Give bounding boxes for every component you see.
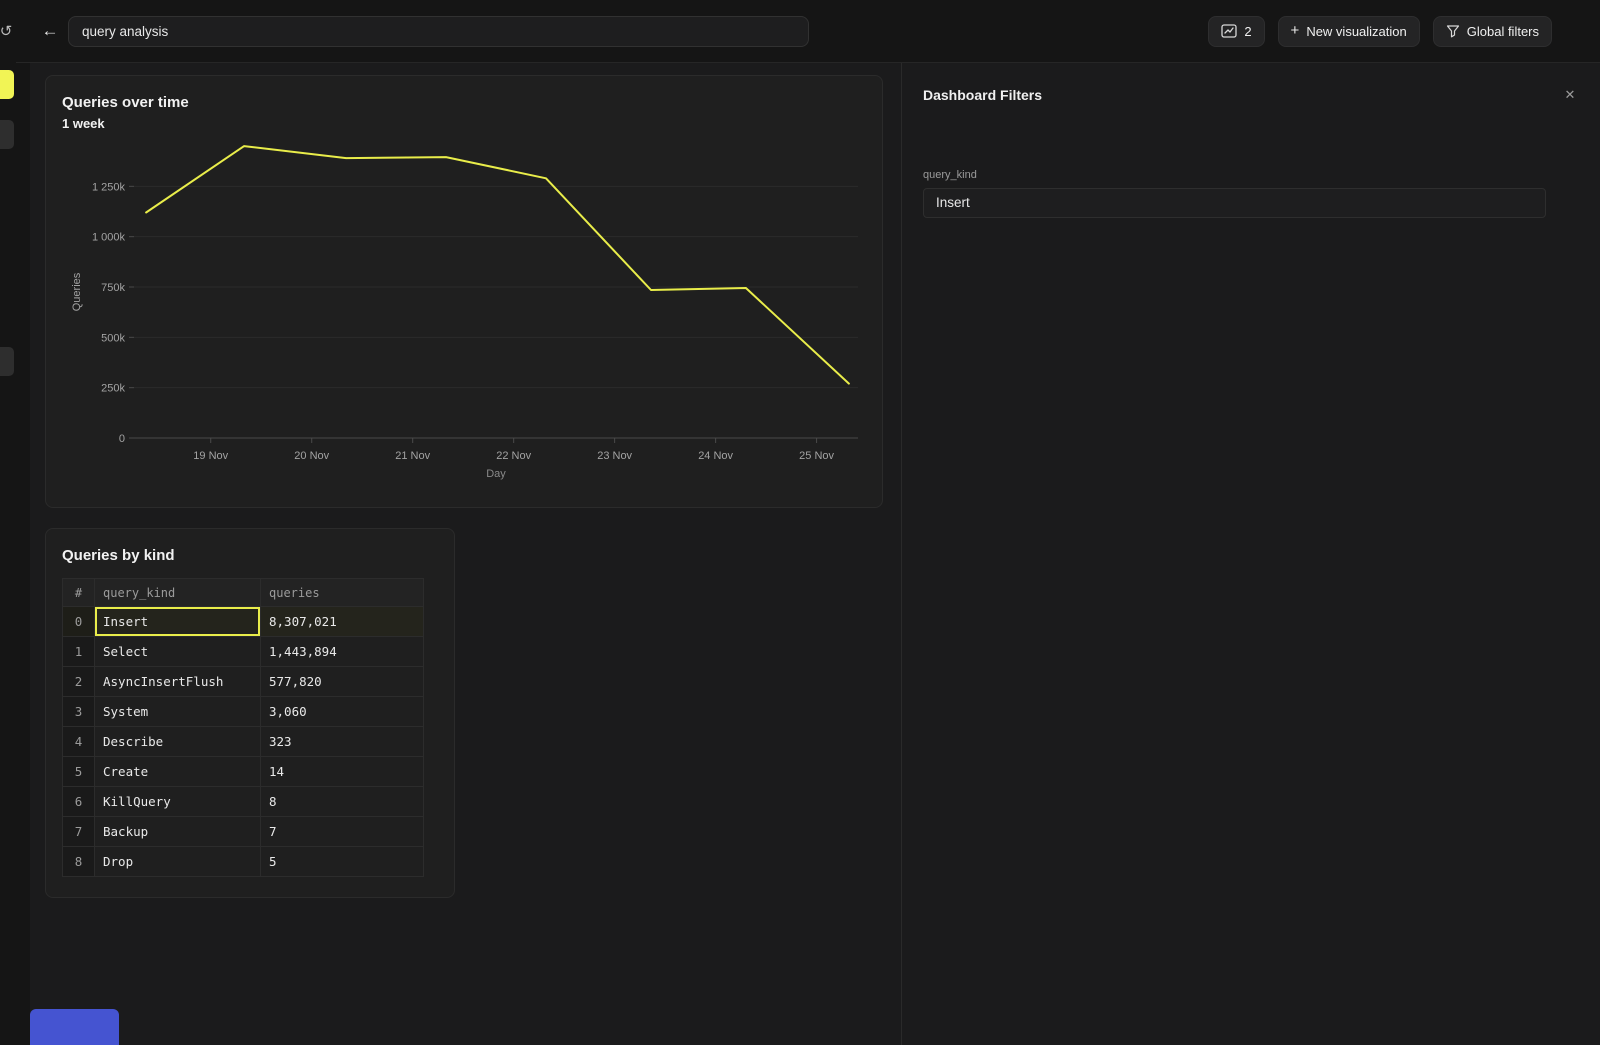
table-row[interactable]: 0 Insert 8,307,021 bbox=[63, 607, 424, 637]
table-row[interactable]: 3 System 3,060 bbox=[63, 697, 424, 727]
filter-field-label: query_kind bbox=[923, 169, 1600, 181]
query-kind-cell[interactable]: Select bbox=[95, 637, 261, 667]
queries-by-kind-card[interactable]: Queries by kind #query_kindqueries 0 Ins… bbox=[45, 528, 455, 898]
x-tick-label: 21 Nov bbox=[395, 450, 430, 462]
y-tick-label: 250k bbox=[101, 383, 125, 395]
sidebar-item-active[interactable] bbox=[0, 70, 14, 99]
new-visualization-label: New visualization bbox=[1306, 24, 1406, 39]
filters-panel-title: Dashboard Filters bbox=[923, 87, 1042, 103]
y-tick-label: 750k bbox=[101, 282, 125, 294]
row-index-cell: 6 bbox=[63, 787, 95, 817]
row-index-cell: 4 bbox=[63, 727, 95, 757]
queries-value-cell: 8,307,021 bbox=[261, 607, 424, 637]
sidebar-item[interactable] bbox=[0, 347, 14, 376]
table-row[interactable]: 8 Drop 5 bbox=[63, 847, 424, 877]
y-tick-label: 1 250k bbox=[92, 181, 126, 193]
x-tick-label: 22 Nov bbox=[496, 450, 531, 462]
y-tick-label: 500k bbox=[101, 332, 125, 344]
funnel-icon bbox=[1446, 24, 1460, 38]
queries-series-line bbox=[146, 146, 849, 384]
bottom-left-badge[interactable] bbox=[30, 1009, 119, 1045]
global-filters-button[interactable]: Global filters bbox=[1433, 16, 1552, 47]
query-kind-cell[interactable]: AsyncInsertFlush bbox=[95, 667, 261, 697]
row-index-cell: 8 bbox=[63, 847, 95, 877]
row-index-cell: 2 bbox=[63, 667, 95, 697]
queries-value-cell: 5 bbox=[261, 847, 424, 877]
new-visualization-button[interactable]: + New visualization bbox=[1278, 16, 1420, 47]
sidebar-item[interactable] bbox=[0, 120, 14, 149]
x-tick-label: 25 Nov bbox=[799, 450, 834, 462]
topbar-actions: 2 + New visualization Global filters bbox=[1208, 16, 1552, 47]
table-row[interactable]: 5 Create 14 bbox=[63, 757, 424, 787]
table-row[interactable]: 4 Describe 323 bbox=[63, 727, 424, 757]
row-index-cell: 3 bbox=[63, 697, 95, 727]
x-tick-label: 20 Nov bbox=[294, 450, 329, 462]
query-kind-cell[interactable]: KillQuery bbox=[95, 787, 261, 817]
queries-line-chart: 0 250k 500k 750k 1 000k 1 250k 19 Nov 20 Nov 21 … bbox=[46, 136, 884, 496]
table-row[interactable]: 2 AsyncInsertFlush 577,820 bbox=[63, 667, 424, 697]
table-header-row: #query_kindqueries bbox=[63, 579, 424, 607]
back-button[interactable]: ← bbox=[38, 19, 62, 43]
column-header: query_kind bbox=[95, 579, 261, 607]
left-sidebar-rail: ↺ bbox=[0, 0, 16, 1045]
dashboard-canvas: Queries over time 1 week 0 250k 500k 750k 1 … bbox=[30, 63, 901, 1045]
row-index-cell: 5 bbox=[63, 757, 95, 787]
x-tick-label: 24 Nov bbox=[698, 450, 733, 462]
queries-value-cell: 14 bbox=[261, 757, 424, 787]
query-kind-filter-select[interactable]: Insert bbox=[923, 188, 1546, 218]
y-tick-label: 1 000k bbox=[92, 232, 126, 244]
dashboard-title-input[interactable] bbox=[68, 16, 809, 47]
query-kind-cell[interactable]: System bbox=[95, 697, 261, 727]
table-row[interactable]: 6 KillQuery 8 bbox=[63, 787, 424, 817]
queries-value-cell: 8 bbox=[261, 787, 424, 817]
row-index-cell: 7 bbox=[63, 817, 95, 847]
column-header: queries bbox=[261, 579, 424, 607]
y-axis-label: Queries bbox=[71, 272, 83, 311]
global-filters-label: Global filters bbox=[1467, 24, 1539, 39]
queries-table-body: 0 Insert 8,307,021 1 Select 1,443,894 2 … bbox=[63, 607, 424, 877]
x-tick-label: 23 Nov bbox=[597, 450, 632, 462]
row-index-cell: 1 bbox=[63, 637, 95, 667]
queries-value-cell: 1,443,894 bbox=[261, 637, 424, 667]
query-kind-cell[interactable]: Create bbox=[95, 757, 261, 787]
plus-icon: + bbox=[1291, 22, 1300, 39]
chart-title: Queries over time bbox=[46, 76, 882, 111]
history-icon[interactable]: ↺ bbox=[0, 22, 16, 42]
queries-value-cell: 7 bbox=[261, 817, 424, 847]
table-header: #query_kindqueries bbox=[63, 579, 424, 607]
query-kind-cell[interactable]: Drop bbox=[95, 847, 261, 877]
chart-subtitle: 1 week bbox=[46, 111, 882, 131]
y-tick-label: 0 bbox=[119, 433, 125, 445]
table-title: Queries by kind bbox=[46, 529, 454, 564]
table-row[interactable]: 7 Backup 7 bbox=[63, 817, 424, 847]
queries-table: #query_kindqueries 0 Insert 8,307,021 1 … bbox=[62, 578, 424, 877]
chart-panel-icon bbox=[1221, 24, 1237, 38]
filters-panel-header: Dashboard Filters ✕ bbox=[902, 63, 1600, 105]
visualization-count-label: 2 bbox=[1244, 24, 1251, 39]
topbar: ← 2 + New visualization Global filters bbox=[16, 0, 1600, 63]
queries-value-cell: 577,820 bbox=[261, 667, 424, 697]
query-kind-cell[interactable]: Describe bbox=[95, 727, 261, 757]
column-header: # bbox=[63, 579, 95, 607]
queries-value-cell: 323 bbox=[261, 727, 424, 757]
table-row[interactable]: 1 Select 1,443,894 bbox=[63, 637, 424, 667]
x-axis-label: Day bbox=[486, 468, 506, 480]
close-icon[interactable]: ✕ bbox=[1560, 85, 1580, 105]
dashboard-filters-panel: Dashboard Filters ✕ query_kind Insert bbox=[901, 63, 1600, 1045]
visualization-count-button[interactable]: 2 bbox=[1208, 16, 1264, 47]
row-index-cell: 0 bbox=[63, 607, 95, 637]
queries-over-time-card[interactable]: Queries over time 1 week 0 250k 500k 750k 1 … bbox=[45, 75, 883, 508]
x-tick-label: 19 Nov bbox=[193, 450, 228, 462]
queries-value-cell: 3,060 bbox=[261, 697, 424, 727]
query-kind-cell[interactable]: Backup bbox=[95, 817, 261, 847]
query-kind-cell[interactable]: Insert bbox=[95, 607, 261, 637]
